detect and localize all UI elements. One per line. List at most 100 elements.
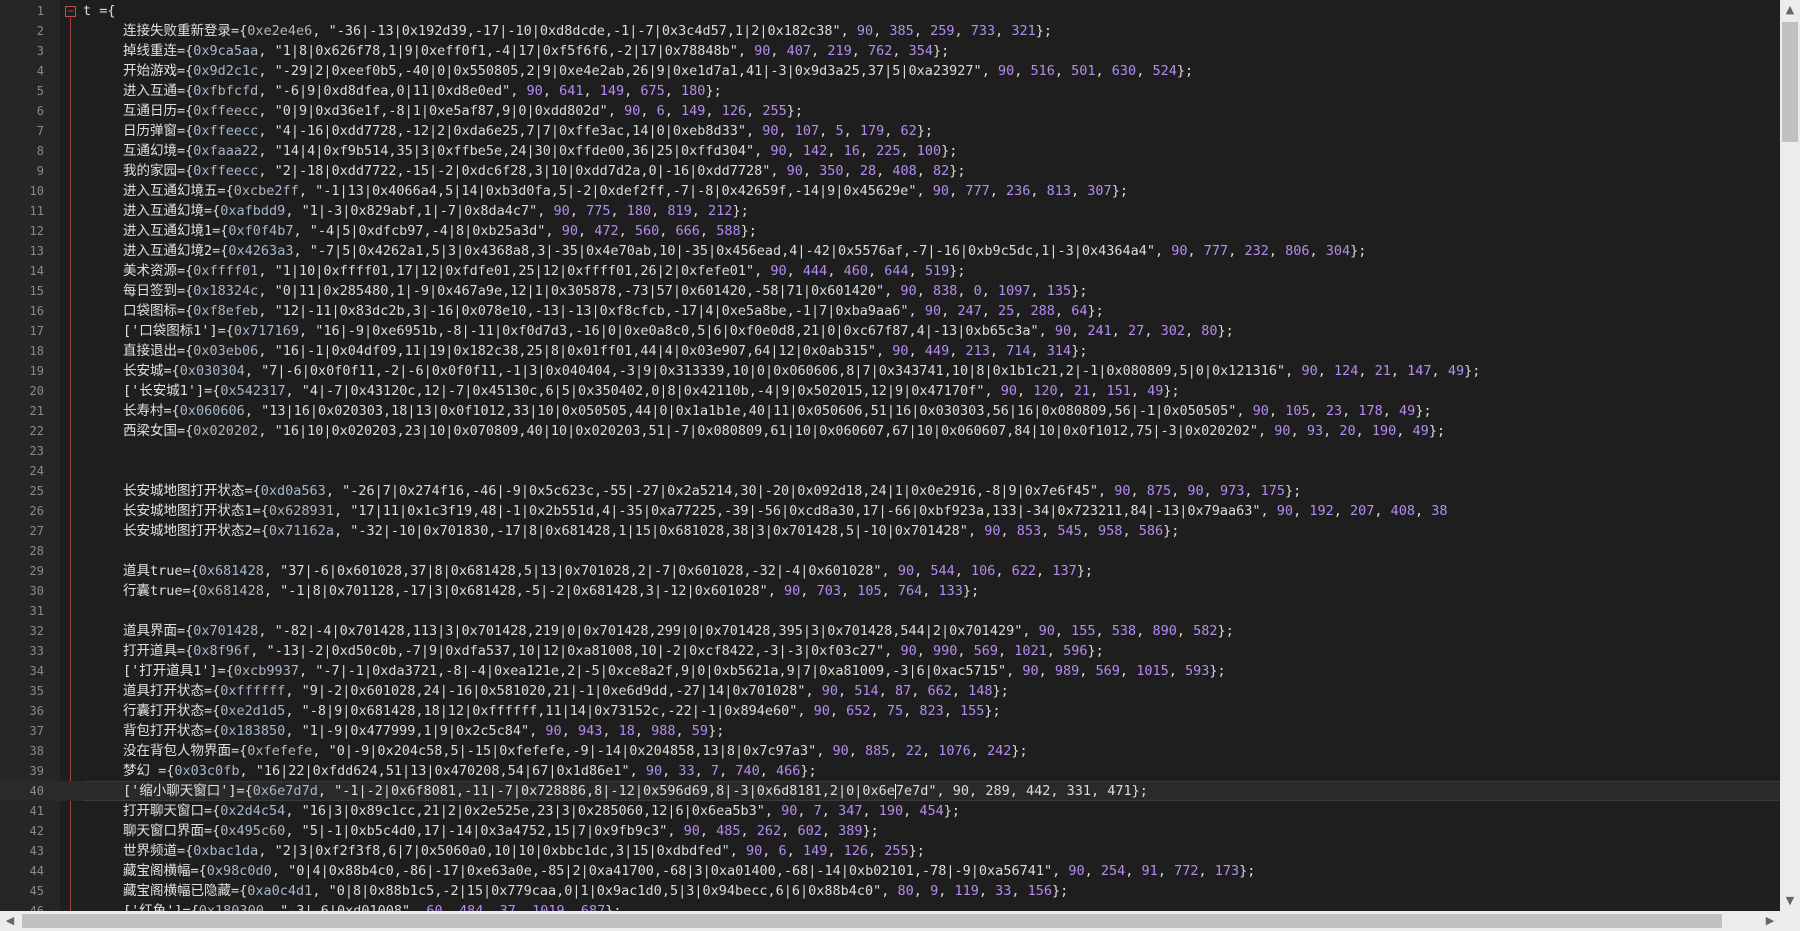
code-line[interactable]: 25 长安城地图打开状态={0xd0a563, "-26|7|0x274f16,-… <box>0 481 1780 501</box>
code-text[interactable]: 没在背包人物界面={0xfefefe, "0|-9|0x204c58,5|-15… <box>83 741 1780 761</box>
code-text[interactable]: 掉线重连={0x9ca5aa, "1|8|0x626f78,1|9|0xeff0… <box>83 41 1780 61</box>
code-text[interactable]: 进入互通={0xfbfcfd, "-6|9|0xd8dfea,0|11|0xd8… <box>83 81 1780 101</box>
code-line[interactable]: 38 没在背包人物界面={0xfefefe, "0|-9|0x204c58,5|-… <box>0 741 1780 761</box>
code-text[interactable]: 进入互通幻境五={0xcbe2ff, "-1|13|0x4066a4,5|14|… <box>83 181 1780 201</box>
scroll-left-arrow-icon[interactable]: ◀ <box>0 911 20 931</box>
code-text[interactable]: 长安城={0x030304, "7|-6|0x0f0f11,-2|-6|0x0f… <box>83 361 1780 381</box>
code-text[interactable]: 每日签到={0x18324c, "0|11|0x285480,1|-9|0x46… <box>83 281 1780 301</box>
code-text[interactable]: 长安城地图打开状态2={0x71162a, "-32|-10|0x701830,… <box>83 521 1780 541</box>
code-line[interactable]: 2 连接失败重新登录={0xe2e4e6, "-36|-13|0x192d39,-… <box>0 21 1780 41</box>
code-line[interactable]: 17 ['口袋图标1']={0x717169, "16|-9|0xe6951b,-… <box>0 321 1780 341</box>
code-line[interactable]: 13 进入互通幻境2={0x4263a3, "-7|5|0x4262a1,5|3|… <box>0 241 1780 261</box>
code-line[interactable]: 45 藏宝阁横幅已隐藏={0xa0c4d1, "0|8|0x88b1c5,-2|1… <box>0 881 1780 901</box>
code-line[interactable]: 3 掉线重连={0x9ca5aa, "1|8|0x626f78,1|9|0xeff… <box>0 41 1780 61</box>
code-text[interactable]: ['口袋图标1']={0x717169, "16|-9|0xe6951b,-8|… <box>83 321 1780 341</box>
code-line[interactable]: 20 ['长安城1']={0x542317, "4|-7|0x43120c,12|… <box>0 381 1780 401</box>
code-text[interactable]: 口袋图标={0xf8efeb, "12|-11|0x83dc2b,3|-16|0… <box>83 301 1780 321</box>
code-text[interactable]: 道具界面={0x701428, "-82|-4|0x701428,113|3|0… <box>83 621 1780 641</box>
hex-literal: 0x060606 <box>179 403 245 419</box>
horizontal-scroll-thumb[interactable] <box>22 914 1722 928</box>
code-text[interactable]: 美术资源={0xffff01, "1|10|0xffff01,17|12|0xf… <box>83 261 1780 281</box>
code-line[interactable]: 43 世界频道={0xbac1da, "2|3|0xf2f3f8,6|7|0x50… <box>0 841 1780 861</box>
code-line[interactable]: 22 西梁女国={0x020202, "16|10|0x020203,23|10|… <box>0 421 1780 441</box>
code-text[interactable]: 梦幻 ={0x03c0fb, "16|22|0xfdd624,51|13|0x4… <box>83 761 1780 781</box>
code-line[interactable]: 23 <box>0 441 1780 461</box>
line-number: 13 <box>29 244 44 258</box>
code-line[interactable]: 11 进入互通幻境={0xafbdd9, "1|-3|0x829abf,1|-7|… <box>0 201 1780 221</box>
scroll-up-arrow-icon[interactable]: ▲ <box>1780 0 1800 20</box>
code-text[interactable]: 日历弹窗={0xffeecc, "4|-16|0xdd7728,-12|2|0x… <box>83 121 1780 141</box>
code-line[interactable]: 37 背包打开状态={0x183850, "1|-9|0x477999,1|9|0… <box>0 721 1780 741</box>
code-text[interactable]: ['红鱼']={0x180300, "-3|-6|0xd01008", 60, … <box>83 901 1780 911</box>
code-line[interactable]: 27 长安城地图打开状态2={0x71162a, "-32|-10|0x70183… <box>0 521 1780 541</box>
code-line[interactable]: 28 <box>0 541 1780 561</box>
scroll-down-arrow-icon[interactable]: ▼ <box>1780 891 1800 911</box>
code-line[interactable]: 31 <box>0 601 1780 621</box>
code-line[interactable]: 19 长安城={0x030304, "7|-6|0x0f0f11,-2|-6|0x… <box>0 361 1780 381</box>
code-text[interactable]: 连接失败重新登录={0xe2e4e6, "-36|-13|0x192d39,-1… <box>83 21 1780 41</box>
code-text[interactable]: 我的家园={0xffeecc, "2|-18|0xdd7722,-15|-2|0… <box>83 161 1780 181</box>
code-line[interactable]: 36 行囊打开状态={0xe2d1d5, "-8|9|0x681428,18|12… <box>0 701 1780 721</box>
code-text[interactable]: 长寿村={0x060606, "13|16|0x020303,18|13|0x0… <box>83 401 1780 421</box>
code-line[interactable]: 26 长安城地图打开状态1={0x628931, "17|11|0x1c3f19,… <box>0 501 1780 521</box>
code-line[interactable]: 15 每日签到={0x18324c, "0|11|0x285480,1|-9|0x… <box>0 281 1780 301</box>
code-line[interactable]: 42 聊天窗口界面={0x495c60, "5|-1|0xb5c4d0,17|-1… <box>0 821 1780 841</box>
code-line[interactable]: 7 日历弹窗={0xffeecc, "4|-16|0xdd7728,-12|2|0… <box>0 121 1780 141</box>
code-text[interactable]: ['打开道具1']={0xcb9937, "-7|-1|0xda3721,-8|… <box>83 661 1780 681</box>
code-text[interactable]: ['长安城1']={0x542317, "4|-7|0x43120c,12|-7… <box>83 381 1780 401</box>
scroll-right-arrow-icon[interactable]: ▶ <box>1760 911 1780 931</box>
code-line[interactable]: 29 道具true={0x681428, "37|-6|0x601028,37|8… <box>0 561 1780 581</box>
code-line[interactable]: 4 开始游戏={0x9d2c1c, "-29|2|0xeef0b5,-40|0|0… <box>0 61 1780 81</box>
code-text[interactable]: 道具打开状态={0xffffff, "9|-2|0x601028,24|-16|… <box>83 681 1780 701</box>
code-text[interactable]: 互通日历={0xffeecc, "0|9|0xd36e1f,-8|1|0xe5a… <box>83 101 1780 121</box>
code-line[interactable]: 1 t ={ <box>0 1 1780 21</box>
code-text[interactable]: 行囊true={0x681428, "-1|8|0x701128,-17|3|0… <box>83 581 1780 601</box>
code-text[interactable]: ['缩小聊天窗口']={0x6e7d7d, "-1|-2|0x6f8081,-1… <box>83 781 1780 801</box>
code-text[interactable]: 打开道具={0x8f96f, "-13|-2|0xd50c0b,-7|9|0xd… <box>83 641 1780 661</box>
code-line[interactable]: 24 <box>0 461 1780 481</box>
number-literal: 675 <box>640 83 665 99</box>
code-line[interactable]: 14 美术资源={0xffff01, "1|10|0xffff01,17|12|0… <box>0 261 1780 281</box>
code-line[interactable]: 16 口袋图标={0xf8efeb, "12|-11|0x83dc2b,3|-16… <box>0 301 1780 321</box>
code-line[interactable]: 44 藏宝阁横幅={0x98c0d0, "0|4|0x88b4c0,-86|-17… <box>0 861 1780 881</box>
code-text[interactable]: 行囊打开状态={0xe2d1d5, "-8|9|0x681428,18|12|0… <box>83 701 1780 721</box>
code-line[interactable]: 9 我的家园={0xffeecc, "2|-18|0xdd7722,-15|-2|… <box>0 161 1780 181</box>
code-text[interactable]: t ={ <box>83 1 1780 21</box>
code-text[interactable]: 背包打开状态={0x183850, "1|-9|0x477999,1|9|0x2… <box>83 721 1780 741</box>
code-text[interactable]: 藏宝阁横幅={0x98c0d0, "0|4|0x88b4c0,-86|-17|0… <box>83 861 1780 881</box>
code-text[interactable]: 进入互通幻境1={0xf0f4b7, "-4|5|0xdfcb97,-4|8|0… <box>83 221 1780 241</box>
code-text[interactable]: 直接退出={0x03eb06, "16|-1|0x04df09,11|19|0x… <box>83 341 1780 361</box>
code-line[interactable]: 41 打开聊天窗口={0x2d4c54, "16|3|0x89c1cc,21|2|… <box>0 801 1780 821</box>
code-text[interactable]: 西梁女国={0x020202, "16|10|0x020203,23|10|0x… <box>83 421 1780 441</box>
code-line[interactable]: 10 进入互通幻境五={0xcbe2ff, "-1|13|0x4066a4,5|1… <box>0 181 1780 201</box>
code-line[interactable]: 21 长寿村={0x060606, "13|16|0x020303,18|13|0… <box>0 401 1780 421</box>
code-text[interactable]: 进入互通幻境={0xafbdd9, "1|-3|0x829abf,1|-7|0x… <box>83 201 1780 221</box>
code-text[interactable]: 打开聊天窗口={0x2d4c54, "16|3|0x89c1cc,21|2|0x… <box>83 801 1780 821</box>
code-line[interactable]: 33 打开道具={0x8f96f, "-13|-2|0xd50c0b,-7|9|0… <box>0 641 1780 661</box>
code-text[interactable]: 聊天窗口界面={0x495c60, "5|-1|0xb5c4d0,17|-14|… <box>83 821 1780 841</box>
code-line[interactable]: 40 ['缩小聊天窗口']={0x6e7d7d, "-1|-2|0x6f8081,… <box>0 781 1780 801</box>
code-line[interactable]: 8 互通幻境={0xfaaa22, "14|4|0xf9b514,35|3|0xf… <box>0 141 1780 161</box>
code-text[interactable]: 长安城地图打开状态1={0x628931, "17|11|0x1c3f19,48… <box>83 501 1780 521</box>
code-editor[interactable]: − 1t ={2 连接失败重新登录={0xe2e4e6, "-36|-13|0x1… <box>0 0 1780 911</box>
code-text[interactable]: 进入互通幻境2={0x4263a3, "-7|5|0x4262a1,5|3|0x… <box>83 241 1780 261</box>
code-line[interactable]: 5 进入互通={0xfbfcfd, "-6|9|0xd8dfea,0|11|0xd… <box>0 81 1780 101</box>
vertical-scrollbar[interactable]: ▲ ▼ <box>1780 0 1800 911</box>
code-text[interactable]: 道具true={0x681428, "37|-6|0x601028,37|8|0… <box>83 561 1780 581</box>
horizontal-scrollbar[interactable]: ◀ ▶ <box>0 911 1780 931</box>
code-text[interactable]: 长安城地图打开状态={0xd0a563, "-26|7|0x274f16,-46… <box>83 481 1780 501</box>
code-line[interactable]: 18 直接退出={0x03eb06, "16|-1|0x04df09,11|19|… <box>0 341 1780 361</box>
code-line[interactable]: 35 道具打开状态={0xffffff, "9|-2|0x601028,24|-1… <box>0 681 1780 701</box>
code-line[interactable]: 34 ['打开道具1']={0xcb9937, "-7|-1|0xda3721,-… <box>0 661 1780 681</box>
code-line[interactable]: 30 行囊true={0x681428, "-1|8|0x701128,-17|3… <box>0 581 1780 601</box>
code-text[interactable]: 开始游戏={0x9d2c1c, "-29|2|0xeef0b5,-40|0|0x… <box>83 61 1780 81</box>
code-line[interactable]: 46 ['红鱼']={0x180300, "-3|-6|0xd01008", 60… <box>0 901 1780 911</box>
code-line[interactable]: 12 进入互通幻境1={0xf0f4b7, "-4|5|0xdfcb97,-4|8… <box>0 221 1780 241</box>
code-text[interactable]: 藏宝阁横幅已隐藏={0xa0c4d1, "0|8|0x88b1c5,-2|15|… <box>83 881 1780 901</box>
code-line[interactable]: 6 互通日历={0xffeecc, "0|9|0xd36e1f,-8|1|0xe5… <box>0 101 1780 121</box>
code-line[interactable]: 32 道具界面={0x701428, "-82|-4|0x701428,113|3… <box>0 621 1780 641</box>
code-text[interactable]: 互通幻境={0xfaaa22, "14|4|0xf9b514,35|3|0xff… <box>83 141 1780 161</box>
code-text[interactable]: 世界频道={0xbac1da, "2|3|0xf2f3f8,6|7|0x5060… <box>83 841 1780 861</box>
code-line[interactable]: 39 梦幻 ={0x03c0fb, "16|22|0xfdd624,51|13|0… <box>0 761 1780 781</box>
vertical-scroll-thumb[interactable] <box>1782 22 1798 142</box>
